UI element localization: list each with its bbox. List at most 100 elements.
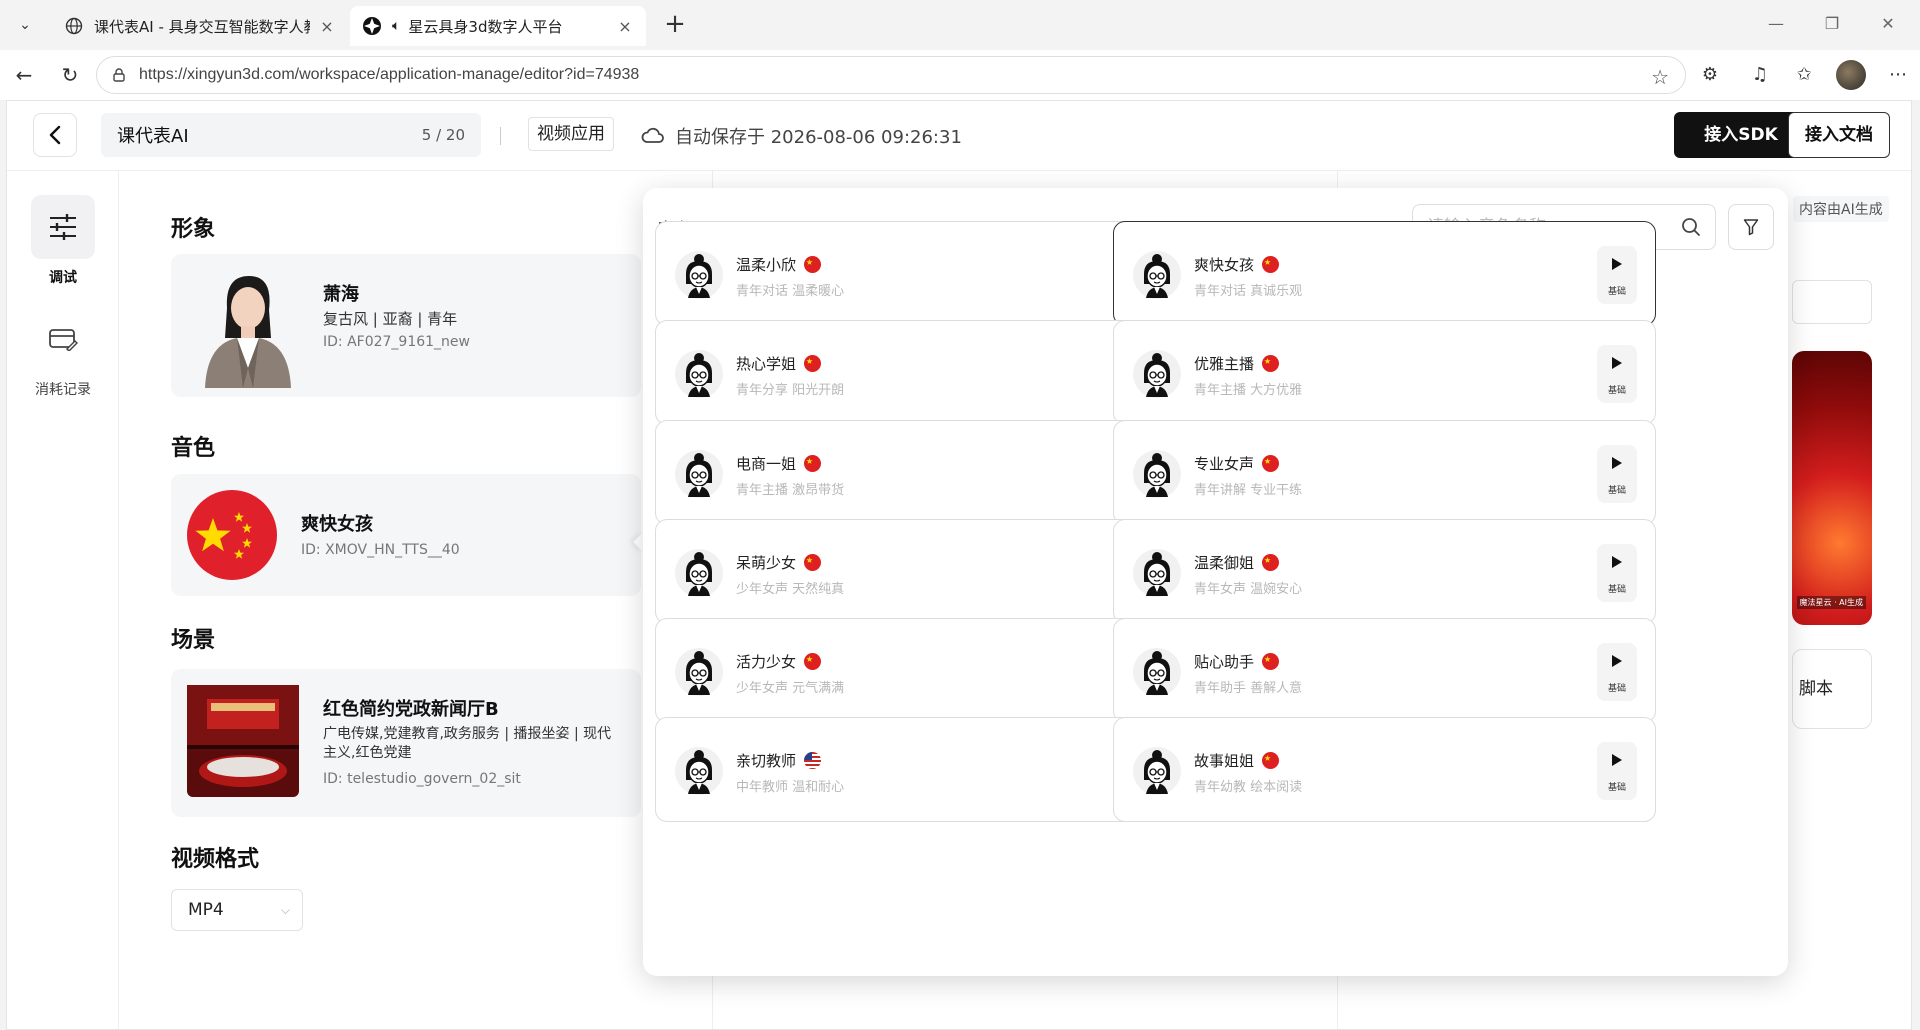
avatar-card[interactable]: 萧海 复古风 | 亚裔 | 青年 ID: AF027_9161_new: [171, 254, 641, 397]
browser-tab-title: 课代表AI - 具身交互智能数字人教: [94, 17, 310, 36]
play-sample-button[interactable]: 基础: [1597, 445, 1637, 503]
browser-tab-1[interactable]: 课代表AI - 具身交互智能数字人教 ×: [52, 6, 348, 46]
voice-card[interactable]: 爽快女孩 ID: XMOV_HN_TTS__40: [171, 474, 641, 596]
voice-option-name: 贴心助手: [1194, 653, 1255, 671]
voice-option-name: 呆萌少女: [736, 554, 797, 572]
avatar-name: 萧海: [323, 284, 359, 305]
sliders-icon: [31, 195, 95, 259]
voice-option-desc: 青年助手 善解人意: [1194, 681, 1303, 696]
voice-avatar-icon: [1132, 647, 1182, 697]
reload-icon[interactable]: ↻: [56, 61, 84, 89]
sidebar-item-debug[interactable]: 调试: [31, 195, 95, 287]
voice-avatar-icon: [1132, 746, 1182, 796]
minimize-icon[interactable]: —: [1762, 10, 1790, 38]
close-tab-icon[interactable]: ×: [616, 17, 634, 36]
voice-option-name: 电商一姐: [736, 455, 797, 473]
china-flag-icon: [1262, 455, 1279, 472]
new-tab-icon[interactable]: +: [660, 10, 690, 40]
voice-name: 爽快女孩: [301, 514, 373, 535]
voice-option-name: 活力少女: [736, 653, 797, 671]
right-panel-input[interactable]: [1792, 280, 1872, 324]
play-sample-button[interactable]: 基础: [1597, 246, 1637, 304]
profile-avatar[interactable]: [1836, 60, 1866, 90]
scene-thumbnail-image: [187, 685, 299, 797]
china-flag-icon: [1262, 554, 1279, 571]
voice-avatar-icon: [674, 548, 724, 598]
china-flag-icon: [1262, 653, 1279, 670]
voice-option-desc: 青年讲解 专业干练: [1194, 483, 1303, 498]
filter-button[interactable]: [1728, 204, 1774, 250]
voice-option-desc: 青年分享 阳光开朗: [736, 383, 845, 398]
voice-option-name: 热心学姐: [736, 355, 797, 373]
voice-avatar-icon: [674, 250, 724, 300]
voice-option-desc: 青年对话 真诚乐观: [1194, 284, 1303, 299]
app-title: 课代表AI: [117, 126, 189, 147]
search-icon[interactable]: [1681, 217, 1701, 237]
voice-option-card[interactable]: 温柔御姐 青年女声 温婉安心 基础: [1113, 519, 1656, 624]
integration-docs-button[interactable]: 接入文档: [1788, 112, 1890, 158]
more-menu-icon[interactable]: ⋯: [1886, 63, 1910, 87]
sidebar-item-label: 调试: [49, 270, 77, 286]
voice-option-name: 故事姐姐: [1194, 752, 1255, 770]
left-sidebar: 调试 消耗记录: [7, 171, 119, 1029]
sidebar-item-usage-records[interactable]: 消耗记录: [31, 307, 95, 399]
voice-tier-tag: 基础: [1607, 783, 1626, 793]
voice-option-desc: 青年对话 温柔暖心: [736, 284, 845, 299]
voice-avatar-icon: [1132, 349, 1182, 399]
avatar-section-title: 形象: [171, 217, 216, 242]
play-sample-button[interactable]: 基础: [1597, 345, 1637, 403]
autosave-text: 自动保存于 2026-08-06 09:26:31: [675, 127, 962, 148]
media-icon[interactable]: ♫: [1748, 63, 1772, 87]
cloud-icon: [641, 127, 664, 143]
play-icon: [1612, 655, 1622, 667]
speaker-icon[interactable]: 🔈︎: [392, 18, 400, 34]
address-bar[interactable]: https://xingyun3d.com/workspace/applicat…: [96, 56, 1686, 94]
voice-option-card[interactable]: 爽快女孩青年对话 真诚乐观 基础: [1113, 221, 1656, 326]
china-flag-icon: [804, 355, 821, 372]
voice-option-desc: 青年主播 激昂带货: [736, 483, 845, 498]
voice-option-card[interactable]: 贴心助手青年助手 善解人意 基础: [1113, 618, 1656, 723]
restore-icon[interactable]: ❐: [1818, 10, 1846, 38]
voice-option-desc: 青年主播 大方优雅: [1194, 383, 1303, 398]
tab-list-chevron-icon[interactable]: ⌄: [12, 12, 38, 38]
script-button[interactable]: 脚本: [1792, 649, 1872, 729]
china-flag-icon: [804, 256, 821, 273]
scene-id: ID: telestudio_govern_02_sit: [323, 771, 521, 787]
site-info-icon[interactable]: [111, 67, 127, 83]
scene-card[interactable]: 红色简约党政新闻厅B 广电传媒,党建教育,政务服务 | 播报坐姿 | 现代主义,…: [171, 669, 641, 817]
play-sample-button[interactable]: 基础: [1597, 643, 1637, 701]
china-flag-icon: [804, 653, 821, 670]
play-sample-button[interactable]: 基础: [1597, 742, 1637, 800]
voice-option-card[interactable]: 专业女声青年讲解 专业干练 基础: [1113, 420, 1656, 525]
title-char-counter: 5 / 20: [421, 126, 465, 144]
favorites-icon[interactable]: ✩: [1792, 63, 1816, 87]
voice-option-name: 爽快女孩: [1194, 256, 1255, 274]
scene-tags: 广电传媒,党建教育,政务服务 | 播报坐姿 | 现代主义,红色党建: [323, 726, 612, 761]
app-title-input[interactable]: 课代表AI 5 / 20: [101, 113, 481, 157]
avatar-portrait-image: [205, 276, 291, 388]
play-sample-button[interactable]: 基础: [1597, 544, 1637, 602]
voice-option-card[interactable]: 优雅主播 青年主播 大方优雅 基础: [1113, 320, 1656, 425]
play-icon: [1612, 457, 1622, 469]
divider: [500, 127, 501, 145]
voice-option-desc: 青年幼教 绘本阅读: [1194, 780, 1303, 795]
china-flag-icon: [1262, 355, 1279, 372]
url-text: https://xingyun3d.com/workspace/applicat…: [139, 66, 640, 83]
voice-option-name: 温柔御姐: [1194, 554, 1255, 572]
back-button[interactable]: [33, 113, 77, 157]
bookmark-star-icon[interactable]: ☆: [1651, 65, 1669, 90]
video-format-select[interactable]: MP4 ⌵: [171, 889, 303, 931]
globe-icon: [64, 16, 84, 36]
play-icon: [1612, 556, 1622, 568]
voice-option-card[interactable]: 故事姐姐青年幼教 绘本阅读 基础: [1113, 717, 1656, 822]
ai-generated-badge: 内容由AI生成: [1793, 196, 1889, 222]
voice-option-name: 专业女声: [1194, 455, 1255, 473]
window-close-icon[interactable]: ✕: [1874, 10, 1902, 38]
voice-option-name: 温柔小欣: [736, 256, 797, 274]
voice-section-title: 音色: [171, 436, 216, 461]
extensions-icon[interactable]: ⚙: [1698, 63, 1722, 87]
voice-option-desc: 少年女声 元气满满: [736, 681, 845, 696]
browser-tab-2[interactable]: 🔈︎ 星云具身3d数字人平台 ×: [350, 6, 646, 46]
back-arrow-icon[interactable]: ←: [10, 61, 38, 89]
close-tab-icon[interactable]: ×: [318, 17, 336, 36]
